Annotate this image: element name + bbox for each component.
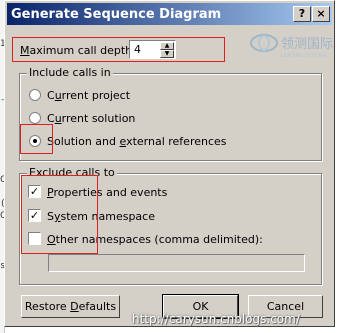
current-solution-radio[interactable] bbox=[29, 112, 41, 124]
url-watermark: http://carysun.cnblogs.com/ bbox=[132, 312, 300, 326]
other-namespaces-input[interactable] bbox=[48, 254, 305, 272]
current-project-radio[interactable] bbox=[29, 89, 41, 101]
generate-sequence-diagram-dialog: Generate Sequence Diagram ? × 领测国际 LEADI… bbox=[4, 0, 335, 327]
restore-defaults-button[interactable]: Restore Defaults bbox=[21, 295, 120, 318]
close-button[interactable]: × bbox=[312, 6, 330, 22]
window-title: Generate Sequence Diagram bbox=[11, 7, 222, 22]
title-bar[interactable]: Generate Sequence Diagram ? × bbox=[7, 3, 332, 25]
annotation-box-exclude-options bbox=[21, 175, 98, 254]
annotation-box-max-depth bbox=[12, 37, 225, 62]
current-solution-label[interactable]: Current solution bbox=[47, 112, 135, 125]
include-calls-legend: Include calls in bbox=[27, 66, 113, 79]
help-button[interactable]: ? bbox=[293, 6, 311, 22]
current-project-label[interactable]: Current project bbox=[47, 89, 130, 102]
watermark-logo-subtext: LEADING TESTING bbox=[281, 53, 327, 59]
watermark-logo-text: 领测国际 bbox=[281, 37, 333, 52]
watermark-logo: 领测国际 LEADING TESTING bbox=[250, 34, 333, 59]
solution-external-references-label[interactable]: Solution and external references bbox=[47, 135, 227, 148]
annotation-box-solution-option bbox=[20, 124, 53, 154]
